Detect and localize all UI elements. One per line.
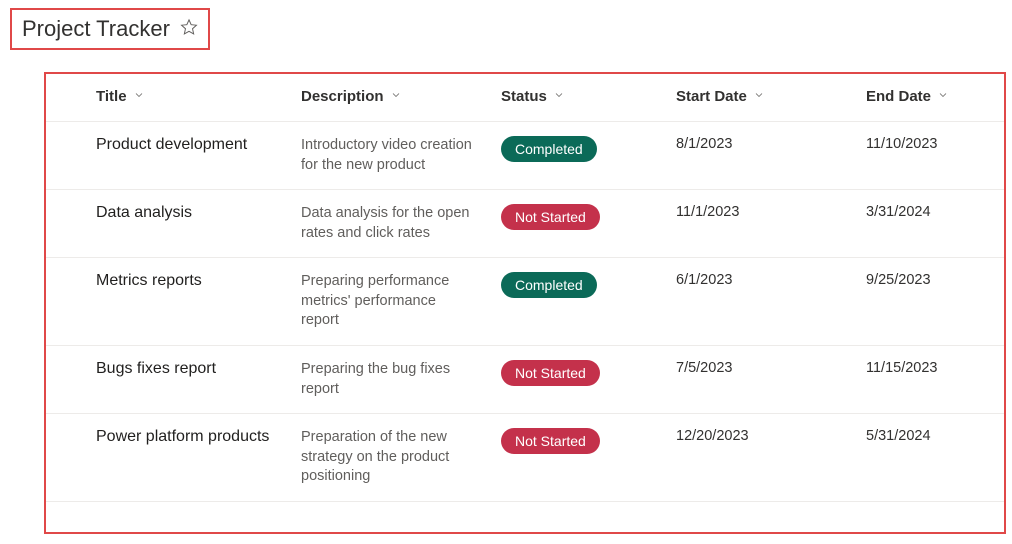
- page-title: Project Tracker: [22, 16, 170, 42]
- cell-status: Completed: [491, 258, 666, 346]
- cell-end-date: 11/15/2023: [856, 345, 1004, 413]
- table-header-row: Title Description Status: [46, 74, 1004, 122]
- chevron-down-icon: [553, 88, 565, 105]
- cell-description: Data analysis for the open rates and cli…: [291, 190, 491, 258]
- cell-title: Product development: [46, 122, 291, 190]
- status-badge: Not Started: [501, 204, 600, 230]
- cell-description: Preparing the bug fixes report: [291, 345, 491, 413]
- page-title-region: Project Tracker: [10, 8, 210, 50]
- cell-status: Not Started: [491, 414, 666, 502]
- col-label: Title: [96, 88, 127, 105]
- table-row[interactable]: Data analysisData analysis for the open …: [46, 190, 1004, 258]
- project-table: Title Description Status: [46, 74, 1004, 502]
- cell-end-date: 5/31/2024: [856, 414, 1004, 502]
- status-badge: Completed: [501, 272, 597, 298]
- col-label: Description: [301, 88, 384, 105]
- col-header-title[interactable]: Title: [46, 74, 291, 122]
- cell-end-date: 9/25/2023: [856, 258, 1004, 346]
- cell-start-date: 6/1/2023: [666, 258, 856, 346]
- status-badge: Completed: [501, 136, 597, 162]
- col-label: Status: [501, 88, 547, 105]
- cell-status: Not Started: [491, 190, 666, 258]
- chevron-down-icon: [133, 88, 145, 105]
- cell-title: Bugs fixes report: [46, 345, 291, 413]
- cell-status: Completed: [491, 122, 666, 190]
- cell-title: Power platform products: [46, 414, 291, 502]
- cell-end-date: 3/31/2024: [856, 190, 1004, 258]
- status-badge: Not Started: [501, 360, 600, 386]
- cell-title: Data analysis: [46, 190, 291, 258]
- cell-title: Metrics reports: [46, 258, 291, 346]
- cell-start-date: 8/1/2023: [666, 122, 856, 190]
- table-row[interactable]: Bugs fixes reportPreparing the bug fixes…: [46, 345, 1004, 413]
- cell-description: Preparing performance metrics' performan…: [291, 258, 491, 346]
- col-header-status[interactable]: Status: [491, 74, 666, 122]
- cell-start-date: 11/1/2023: [666, 190, 856, 258]
- project-table-region: Title Description Status: [44, 72, 1006, 534]
- col-header-start-date[interactable]: Start Date: [666, 74, 856, 122]
- cell-end-date: 11/10/2023: [856, 122, 1004, 190]
- col-label: Start Date: [676, 88, 747, 105]
- favorite-star-icon[interactable]: [180, 18, 198, 41]
- col-label: End Date: [866, 88, 931, 105]
- cell-status: Not Started: [491, 345, 666, 413]
- chevron-down-icon: [937, 88, 949, 105]
- table-row[interactable]: Power platform productsPreparation of th…: [46, 414, 1004, 502]
- chevron-down-icon: [390, 88, 402, 105]
- col-header-end-date[interactable]: End Date: [856, 74, 1004, 122]
- chevron-down-icon: [753, 88, 765, 105]
- table-row[interactable]: Metrics reportsPreparing performance met…: [46, 258, 1004, 346]
- col-header-description[interactable]: Description: [291, 74, 491, 122]
- table-row[interactable]: Product developmentIntroductory video cr…: [46, 122, 1004, 190]
- cell-description: Preparation of the new strategy on the p…: [291, 414, 491, 502]
- cell-description: Introductory video creation for the new …: [291, 122, 491, 190]
- status-badge: Not Started: [501, 428, 600, 454]
- cell-start-date: 12/20/2023: [666, 414, 856, 502]
- cell-start-date: 7/5/2023: [666, 345, 856, 413]
